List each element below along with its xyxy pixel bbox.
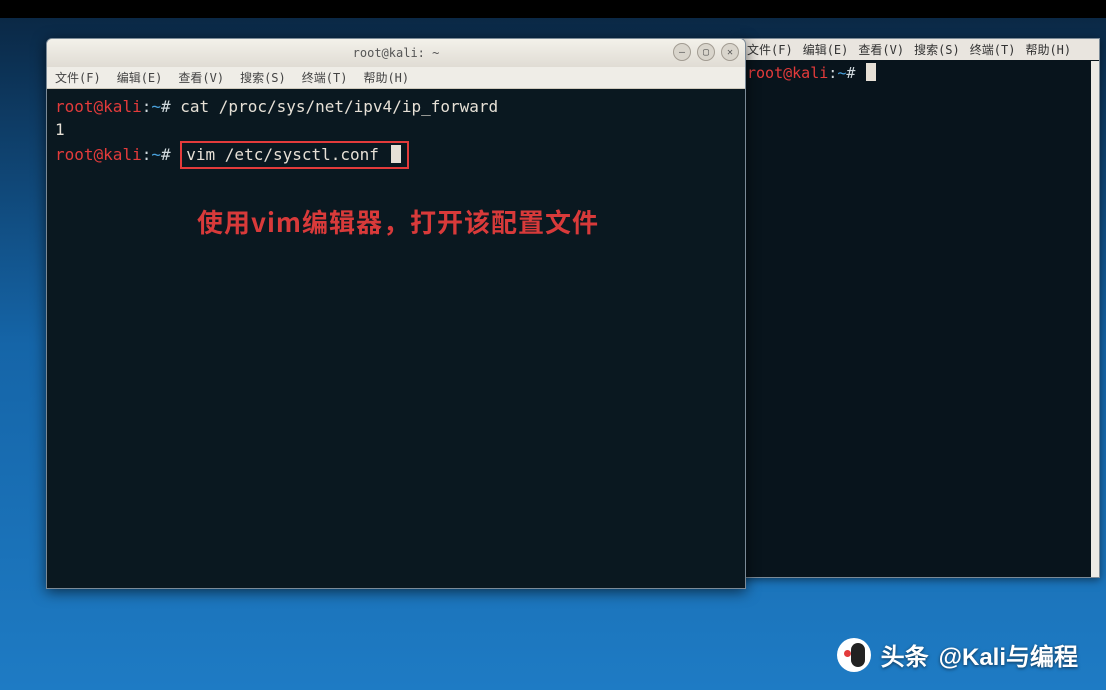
- prompt-path: ~: [837, 64, 846, 82]
- menu-edit[interactable]: 编辑(E): [117, 69, 163, 86]
- annotation-text: 使用vim编辑器，打开该配置文件: [197, 203, 599, 241]
- prompt-host: kali: [792, 64, 828, 82]
- menubar-front: 文件(F) 编辑(E) 查看(V) 搜索(S) 终端(T) 帮助(H): [47, 67, 745, 89]
- menu-term[interactable]: 终端(T): [302, 69, 348, 86]
- menu-search[interactable]: 搜索(S): [240, 69, 286, 86]
- window-title: root@kali: ~: [353, 46, 440, 60]
- prompt-user: root: [55, 145, 94, 164]
- prompt-host: kali: [103, 97, 142, 116]
- toutiao-logo-icon: [837, 638, 871, 672]
- prompt-path: ~: [151, 97, 161, 116]
- prompt-at: @: [94, 145, 104, 164]
- prompt-path: ~: [151, 145, 161, 164]
- highlight-box: vim /etc/sysctl.conf: [180, 141, 408, 168]
- terminal-line-1: root@kali:~# cat /proc/sys/net/ipv4/ip_f…: [55, 95, 737, 118]
- terminal-back-body[interactable]: root@kali:~#: [741, 60, 1099, 87]
- prompt-sep: :: [142, 97, 152, 116]
- prompt-at: @: [783, 64, 792, 82]
- prompt-user: root: [747, 64, 783, 82]
- menu-search[interactable]: 搜索(S): [914, 41, 960, 58]
- terminal-line-2: root@kali:~# vim /etc/sysctl.conf: [55, 141, 737, 168]
- titlebar[interactable]: root@kali: ~ – ▢ ✕: [47, 39, 745, 67]
- menu-file[interactable]: 文件(F): [747, 41, 793, 58]
- menu-edit[interactable]: 编辑(E): [803, 41, 849, 58]
- watermark-label: 头条: [881, 637, 929, 672]
- prompt-symbol: #: [161, 97, 171, 116]
- prompt-sep: :: [142, 145, 152, 164]
- watermark-handle: @Kali与编程: [939, 637, 1078, 672]
- menu-help[interactable]: 帮助(H): [1025, 41, 1071, 58]
- desktop-top-panel: [0, 0, 1106, 18]
- prompt-sep: :: [828, 64, 837, 82]
- prompt-symbol: #: [846, 64, 855, 82]
- prompt-host: kali: [103, 145, 142, 164]
- prompt-at: @: [94, 97, 104, 116]
- command-2: vim /etc/sysctl.conf: [186, 145, 379, 164]
- terminal-window-front[interactable]: root@kali: ~ – ▢ ✕ 文件(F) 编辑(E) 查看(V) 搜索(…: [46, 38, 746, 589]
- menu-term[interactable]: 终端(T): [970, 41, 1016, 58]
- prompt-user: root: [55, 97, 94, 116]
- maximize-button[interactable]: ▢: [697, 43, 715, 61]
- close-button[interactable]: ✕: [721, 43, 739, 61]
- output-1: 1: [55, 118, 737, 141]
- watermark: 头条 @Kali与编程: [837, 637, 1078, 672]
- window-controls: – ▢ ✕: [673, 43, 739, 61]
- menu-view[interactable]: 查看(V): [858, 41, 904, 58]
- menubar-back: 文件(F) 编辑(E) 查看(V) 搜索(S) 终端(T) 帮助(H): [741, 39, 1099, 60]
- prompt-symbol: #: [161, 145, 171, 164]
- cursor-icon: [866, 63, 876, 81]
- menu-view[interactable]: 查看(V): [178, 69, 224, 86]
- cursor-icon: [391, 145, 401, 163]
- menu-file[interactable]: 文件(F): [55, 69, 101, 86]
- scrollbar[interactable]: [1091, 61, 1099, 577]
- minimize-button[interactable]: –: [673, 43, 691, 61]
- terminal-window-back[interactable]: 文件(F) 编辑(E) 查看(V) 搜索(S) 终端(T) 帮助(H) root…: [740, 38, 1100, 578]
- menu-help[interactable]: 帮助(H): [363, 69, 409, 86]
- command-1: cat /proc/sys/net/ipv4/ip_forward: [180, 97, 498, 116]
- terminal-front-body[interactable]: root@kali:~# cat /proc/sys/net/ipv4/ip_f…: [47, 89, 745, 588]
